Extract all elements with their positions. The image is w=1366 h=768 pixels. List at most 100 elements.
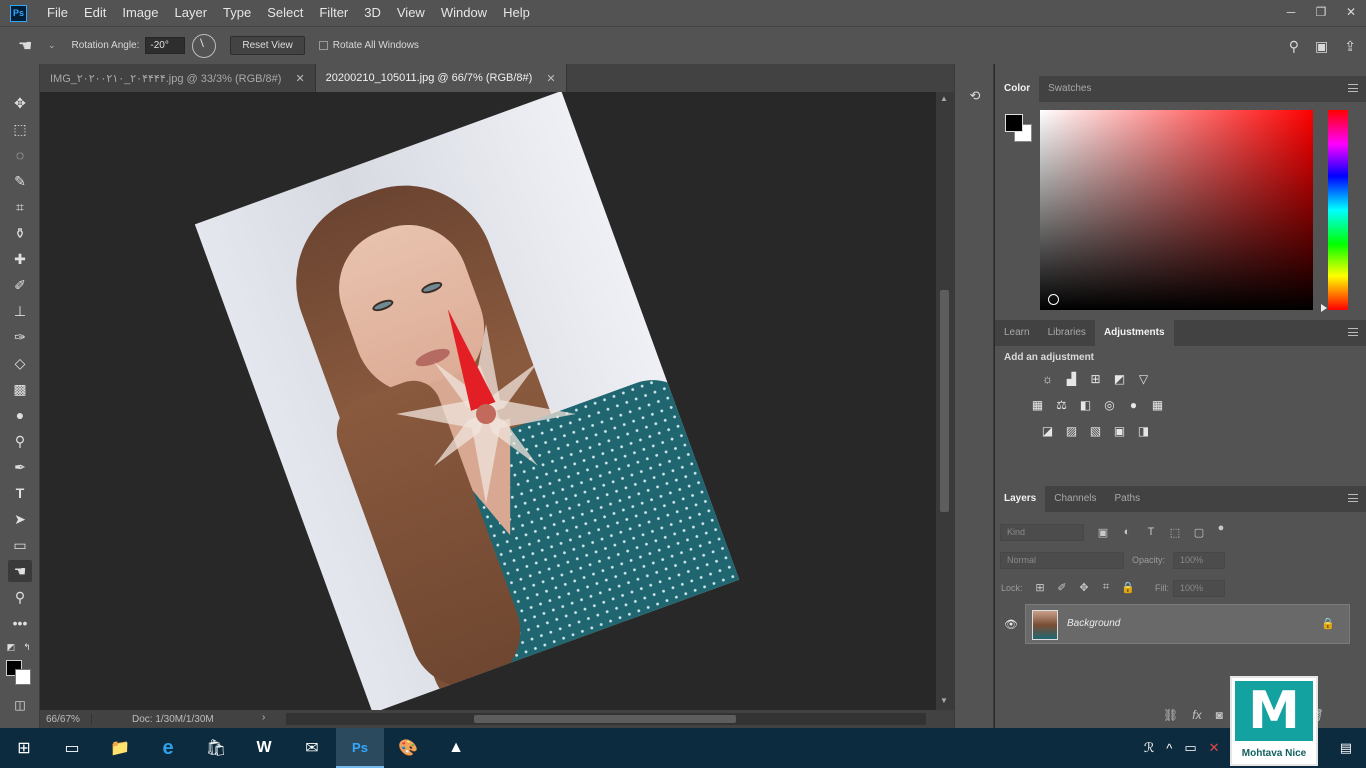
eraser-tool-icon[interactable]: ◇ [8,352,32,374]
hue-saturation-icon[interactable]: ▦ [1029,396,1046,413]
link-layers-icon[interactable]: ⛓ [1163,708,1178,722]
dodge-tool-icon[interactable]: ⚲ [8,430,32,452]
layer-kind-filter[interactable]: Kind [1000,524,1084,541]
adjustment-filter-icon[interactable]: ◐ [1120,526,1134,540]
photoshop-taskbar-icon[interactable]: Ps [336,728,384,768]
gradient-map-icon[interactable]: ◨ [1135,422,1152,439]
edge-browser-icon[interactable]: e [144,728,192,768]
smart-object-filter-icon[interactable]: ▢ [1192,526,1206,540]
shape-filter-icon[interactable]: ⬚ [1168,526,1182,540]
tab-document-1[interactable]: IMG_۲۰۲۰۰۲۱۰_۲۰۴۴۴۴.jpg @ 33/3% (RGB/8#)… [40,64,316,92]
paint-icon[interactable]: 🎨 [384,728,432,768]
color-balance-icon[interactable]: ⚖ [1053,396,1070,413]
marquee-tool-icon[interactable]: ⬚ [8,118,32,140]
scroll-down-icon[interactable]: ▼ [940,696,948,705]
close-window-button[interactable]: ✕ [1336,0,1366,24]
tool-preset-chevron-icon[interactable]: ⌄ [48,40,56,51]
task-view-icon[interactable]: ▭ [48,728,96,768]
share-icon[interactable]: ⇪ [1344,38,1356,55]
rotation-dial-icon[interactable] [192,33,217,58]
rectangle-tool-icon[interactable]: ▭ [8,534,32,556]
path-select-tool-icon[interactable]: ➤ [8,508,32,530]
lock-icon[interactable]: 🔒 [1321,617,1335,630]
vertical-scrollbar[interactable]: ▲ ▼ [936,92,954,710]
layer-style-icon[interactable]: fx [1192,708,1201,722]
menu-type[interactable]: Type [215,0,259,26]
gradient-tool-icon[interactable]: ▩ [8,378,32,400]
close-icon[interactable]: ✕ [546,72,555,85]
tab-channels[interactable]: Channels [1045,486,1105,512]
type-tool-icon[interactable]: T [8,482,32,504]
pixel-filter-icon[interactable]: ▣ [1096,526,1110,540]
menu-image[interactable]: Image [114,0,166,26]
canvas-area[interactable] [40,92,936,710]
start-button-icon[interactable]: ⊞ [0,728,48,768]
panel-menu-icon[interactable] [1348,84,1358,92]
network-disconnected-icon[interactable]: ✕ [1209,740,1220,756]
history-brush-tool-icon[interactable]: ✑ [8,326,32,348]
tab-paths[interactable]: Paths [1106,486,1150,512]
color-picker-cursor[interactable] [1048,294,1059,305]
tab-document-2[interactable]: 20200210_105011.jpg @ 66/7% (RGB/8#) ✕ [315,64,567,92]
type-filter-icon[interactable]: T [1144,526,1158,540]
vertical-scroll-thumb[interactable] [940,290,949,512]
posterize-icon[interactable]: ▨ [1063,422,1080,439]
menu-select[interactable]: Select [259,0,311,26]
more-tools-icon[interactable]: ••• [8,612,32,634]
search-icon[interactable]: ⚲ [1289,38,1299,55]
restore-button[interactable]: ❐ [1306,0,1336,24]
channel-mixer-icon[interactable]: ● [1125,396,1142,413]
lock-pixels-icon[interactable]: ✐ [1055,581,1069,595]
swap-colors-icon[interactable]: ↰ [20,636,34,658]
panel-menu-icon[interactable] [1348,328,1358,336]
color-picker-field[interactable] [1040,110,1313,310]
rotate-all-windows-checkbox[interactable] [318,41,328,50]
layer-mask-icon[interactable]: ◙ [1216,708,1223,722]
menu-edit[interactable]: Edit [76,0,114,26]
photo-filter-icon[interactable]: ◎ [1101,396,1118,413]
layer-name[interactable]: Background [1067,618,1120,629]
clone-stamp-tool-icon[interactable]: ⊥ [8,300,32,322]
tab-libraries[interactable]: Libraries [1039,320,1095,346]
black-white-icon[interactable]: ◧ [1077,396,1094,413]
lasso-tool-icon[interactable]: ◌ [8,144,32,166]
selective-color-icon[interactable]: ▣ [1111,422,1128,439]
tab-adjustments[interactable]: Adjustments [1094,320,1174,346]
layer-row[interactable]: Background 🔒 [1025,604,1350,644]
background-color-swatch[interactable] [15,669,31,685]
brush-tool-icon[interactable]: ✐ [8,274,32,296]
tab-color[interactable]: Color [995,76,1040,102]
invert-icon[interactable]: ◪ [1039,422,1056,439]
pen-tool-icon[interactable]: ✒ [8,456,32,478]
menu-view[interactable]: View [389,0,433,26]
horizontal-scrollbar[interactable] [286,713,926,725]
tray-overflow-icon[interactable]: ^ [1166,741,1172,756]
close-icon[interactable]: ✕ [295,72,304,85]
fill-input[interactable]: 100% [1173,580,1225,597]
tab-learn[interactable]: Learn [995,320,1039,346]
eye-icon[interactable]: 👁 [1004,618,1018,631]
file-explorer-icon[interactable]: 📁 [96,728,144,768]
menu-filter[interactable]: Filter [311,0,356,26]
lock-all-icon[interactable]: 🔒 [1121,581,1135,595]
threshold-icon[interactable]: ▧ [1087,422,1104,439]
quick-mask-icon[interactable]: ◫ [8,694,32,716]
menu-layer[interactable]: Layer [167,0,216,26]
menu-file[interactable]: File [39,0,76,26]
eyedropper-tool-icon[interactable]: ⚱ [8,222,32,244]
tab-swatches[interactable]: Swatches [1039,76,1100,102]
scroll-up-icon[interactable]: ▲ [940,94,948,103]
workspace-icon[interactable]: ▣ [1315,38,1328,55]
quick-select-tool-icon[interactable]: ✎ [8,170,32,192]
filter-toggle-icon[interactable]: ● [1214,522,1228,536]
menu-help[interactable]: Help [495,0,538,26]
opacity-input[interactable]: 100% [1173,552,1225,569]
people-icon[interactable]: ℛ [1144,740,1154,756]
store-icon[interactable]: 🛍 [192,728,240,768]
history-panel-icon[interactable]: ⟲ [965,88,985,106]
color-lookup-icon[interactable]: ▦ [1149,396,1166,413]
blur-tool-icon[interactable]: ● [8,404,32,426]
exposure-icon[interactable]: ◩ [1111,370,1128,387]
move-tool-icon[interactable]: ✥ [8,92,32,114]
hue-slider-pointer[interactable] [1321,304,1327,312]
